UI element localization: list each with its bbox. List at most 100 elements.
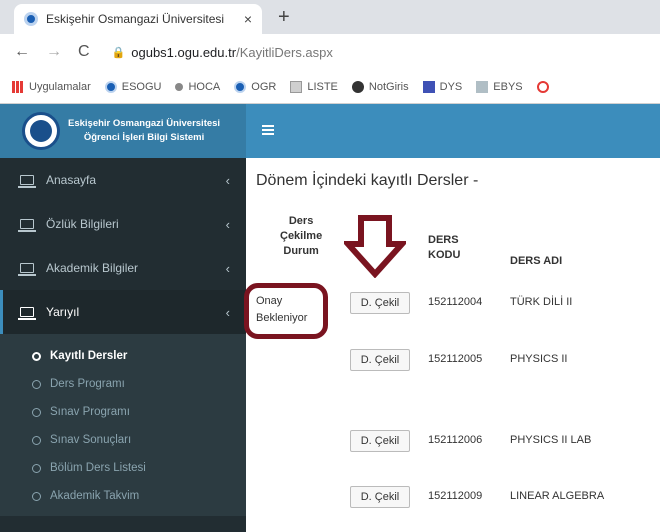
ebys-icon — [476, 80, 489, 93]
esogu-logo-icon — [234, 80, 247, 93]
bookmark-label: NotGiris — [368, 80, 409, 93]
sidebar-item-anasayfa[interactable]: Anasayfa ‹ — [0, 158, 246, 202]
sidebar-item-akademik-bilgiler[interactable]: Akademik Bilgiler ‹ — [0, 246, 246, 290]
submenu-akademik-takvim[interactable]: Akademik Takvim — [0, 482, 246, 510]
submenu-label: Bölüm Ders Listesi — [50, 462, 146, 474]
bookmark-esogu[interactable]: ESOGU — [104, 80, 162, 93]
url-host: ogubs1.ogu.edu.tr — [131, 44, 237, 60]
header-ders-cekilme-durum: Ders Çekilme Durum — [280, 214, 322, 259]
bookmark-uygulamalar[interactable]: Uygulamalar — [12, 80, 91, 93]
chevron-left-icon: ‹ — [225, 216, 230, 232]
submenu-bolum-ders-listesi[interactable]: Bölüm Ders Listesi — [0, 454, 246, 482]
bookmark-label: EBYS — [493, 80, 523, 93]
withdraw-button-152112006[interactable]: D. Çekil — [350, 430, 410, 452]
reload-icon[interactable]: C — [78, 43, 90, 61]
tab-title: Eskişehir Osmangazi Üniversitesi — [46, 12, 225, 26]
sidebar-item-ozluk-bilgileri[interactable]: Özlük Bilgileri ‹ — [0, 202, 246, 246]
browser-tab-strip: Eskişehir Osmangazi Üniversitesi × + — [0, 0, 660, 34]
laptop-icon — [18, 307, 36, 320]
dys-icon — [422, 80, 435, 93]
submenu-label: Ders Programı — [50, 378, 125, 390]
brand-line1: Eskişehir Osmangazi Üniversitesi — [68, 118, 221, 129]
bookmark-dys[interactable]: DYS — [422, 80, 463, 93]
withdraw-button-152112009[interactable]: D. Çekil — [350, 486, 410, 508]
down-arrow-annotation-icon — [344, 215, 406, 278]
sidebar-item-label: Özlük Bilgileri — [46, 217, 119, 231]
brand-line2: Öğrenci İşleri Bilgi Sistemi — [83, 132, 205, 143]
sidebar-item-label: Yarıyıl — [46, 305, 80, 319]
course-name: PHYSICS II LAB — [510, 434, 592, 446]
bookmark-hoca[interactable]: HOCA — [175, 81, 220, 93]
header-ders-kodu: DERS KODU — [428, 233, 460, 263]
bookmark-label: LISTE — [307, 80, 338, 93]
bookmark-label: DYS — [439, 80, 463, 93]
bookmark-liste[interactable]: LISTE — [290, 80, 338, 93]
yariyil-submenu: Kayıtlı Dersler Ders Programı Sınav Prog… — [0, 334, 246, 516]
brand-header[interactable]: Eskişehir Osmangazi Üniversitesi Öğrenci… — [0, 104, 246, 158]
esogu-logo-icon — [104, 80, 117, 93]
course-code: 152112006 — [428, 434, 483, 446]
submenu-sinav-sonuclari[interactable]: Sınav Sonuçları — [0, 426, 246, 454]
browser-tab[interactable]: Eskişehir Osmangazi Üniversitesi × — [14, 4, 262, 34]
submenu-ders-programi[interactable]: Ders Programı — [0, 370, 246, 398]
submenu-label: Kayıtlı Dersler — [50, 350, 128, 362]
course-code: 152112009 — [428, 490, 483, 502]
highlight-circle-annotation — [244, 283, 328, 339]
sidebar-item-label: Akademik Bilgiler — [46, 261, 139, 275]
hamburger-menu-icon[interactable] — [262, 125, 274, 135]
top-header-bar — [246, 104, 660, 158]
chevron-down-icon: ‹ — [225, 304, 230, 320]
circle-icon — [32, 379, 41, 389]
submenu-sinav-programi[interactable]: Sınav Programı — [0, 398, 246, 426]
sidebar-item-yariyil[interactable]: Yarıyıl ‹ — [0, 290, 246, 334]
header-ders-adi: DERS ADI — [510, 255, 563, 267]
page-title: Dönem İçindeki kayıtlı Dersler - — [256, 172, 479, 189]
submenu-kayitli-dersler[interactable]: Kayıtlı Dersler — [0, 342, 246, 370]
circle-icon — [32, 491, 41, 501]
submenu-label: Sınav Programı — [50, 406, 130, 418]
circle-icon — [32, 407, 41, 417]
address-bar[interactable]: ogubs1.ogu.edu.tr/KayitliDers.aspx — [131, 45, 333, 60]
bookmark-label: OGR — [251, 80, 277, 93]
brand-text: Eskişehir Osmangazi Üniversitesi Öğrenci… — [68, 117, 220, 145]
laptop-icon — [18, 219, 36, 232]
bookmark-label: Uygulamalar — [29, 80, 91, 93]
globe-icon — [351, 80, 364, 93]
close-tab-icon[interactable]: × — [244, 11, 252, 27]
back-icon[interactable]: ← — [14, 43, 30, 61]
course-code: 152112004 — [428, 296, 483, 308]
laptop-icon — [18, 175, 36, 188]
bookmark-ogr[interactable]: OGR — [234, 80, 277, 93]
header-line: DERS — [428, 234, 459, 246]
course-name: LINEAR ALGEBRA — [510, 490, 605, 502]
sidebar-item-label: Anasayfa — [46, 173, 97, 187]
new-tab-icon[interactable]: + — [278, 6, 290, 29]
chevron-left-icon: ‹ — [225, 260, 230, 276]
bookmark-label: ESOGU — [121, 80, 162, 93]
course-code: 152112005 — [428, 353, 483, 365]
bookmark-extra[interactable] — [536, 80, 554, 93]
lock-icon: 🔒 — [111, 46, 126, 59]
header-line: Ders — [288, 215, 314, 227]
submenu-label: Sınav Sonuçları — [50, 434, 132, 446]
bookmark-label: HOCA — [188, 80, 221, 93]
header-line: KODU — [428, 249, 461, 261]
university-logo — [22, 112, 60, 150]
course-name: TÜRK DİLİ II — [510, 296, 573, 308]
bookmark-ebys[interactable]: EBYS — [476, 80, 523, 93]
dot-icon — [175, 82, 184, 91]
sidebar: Eskişehir Osmangazi Üniversitesi Öğrenci… — [0, 104, 246, 532]
opera-icon — [536, 80, 549, 93]
withdraw-button-152112005[interactable]: D. Çekil — [350, 349, 410, 371]
chevron-left-icon: ‹ — [225, 172, 230, 188]
forward-icon[interactable]: → — [46, 43, 62, 61]
course-name: PHYSICS II — [510, 353, 568, 365]
bookmark-notgiris[interactable]: NotGiris — [351, 80, 409, 93]
url-path: /KayitliDers.aspx — [236, 44, 333, 60]
list-icon — [290, 80, 303, 93]
laptop-icon — [18, 263, 36, 276]
header-line: Durum — [283, 245, 319, 257]
circle-icon — [32, 351, 41, 361]
withdraw-button-152112004[interactable]: D. Çekil — [350, 292, 410, 314]
circle-icon — [32, 463, 41, 473]
